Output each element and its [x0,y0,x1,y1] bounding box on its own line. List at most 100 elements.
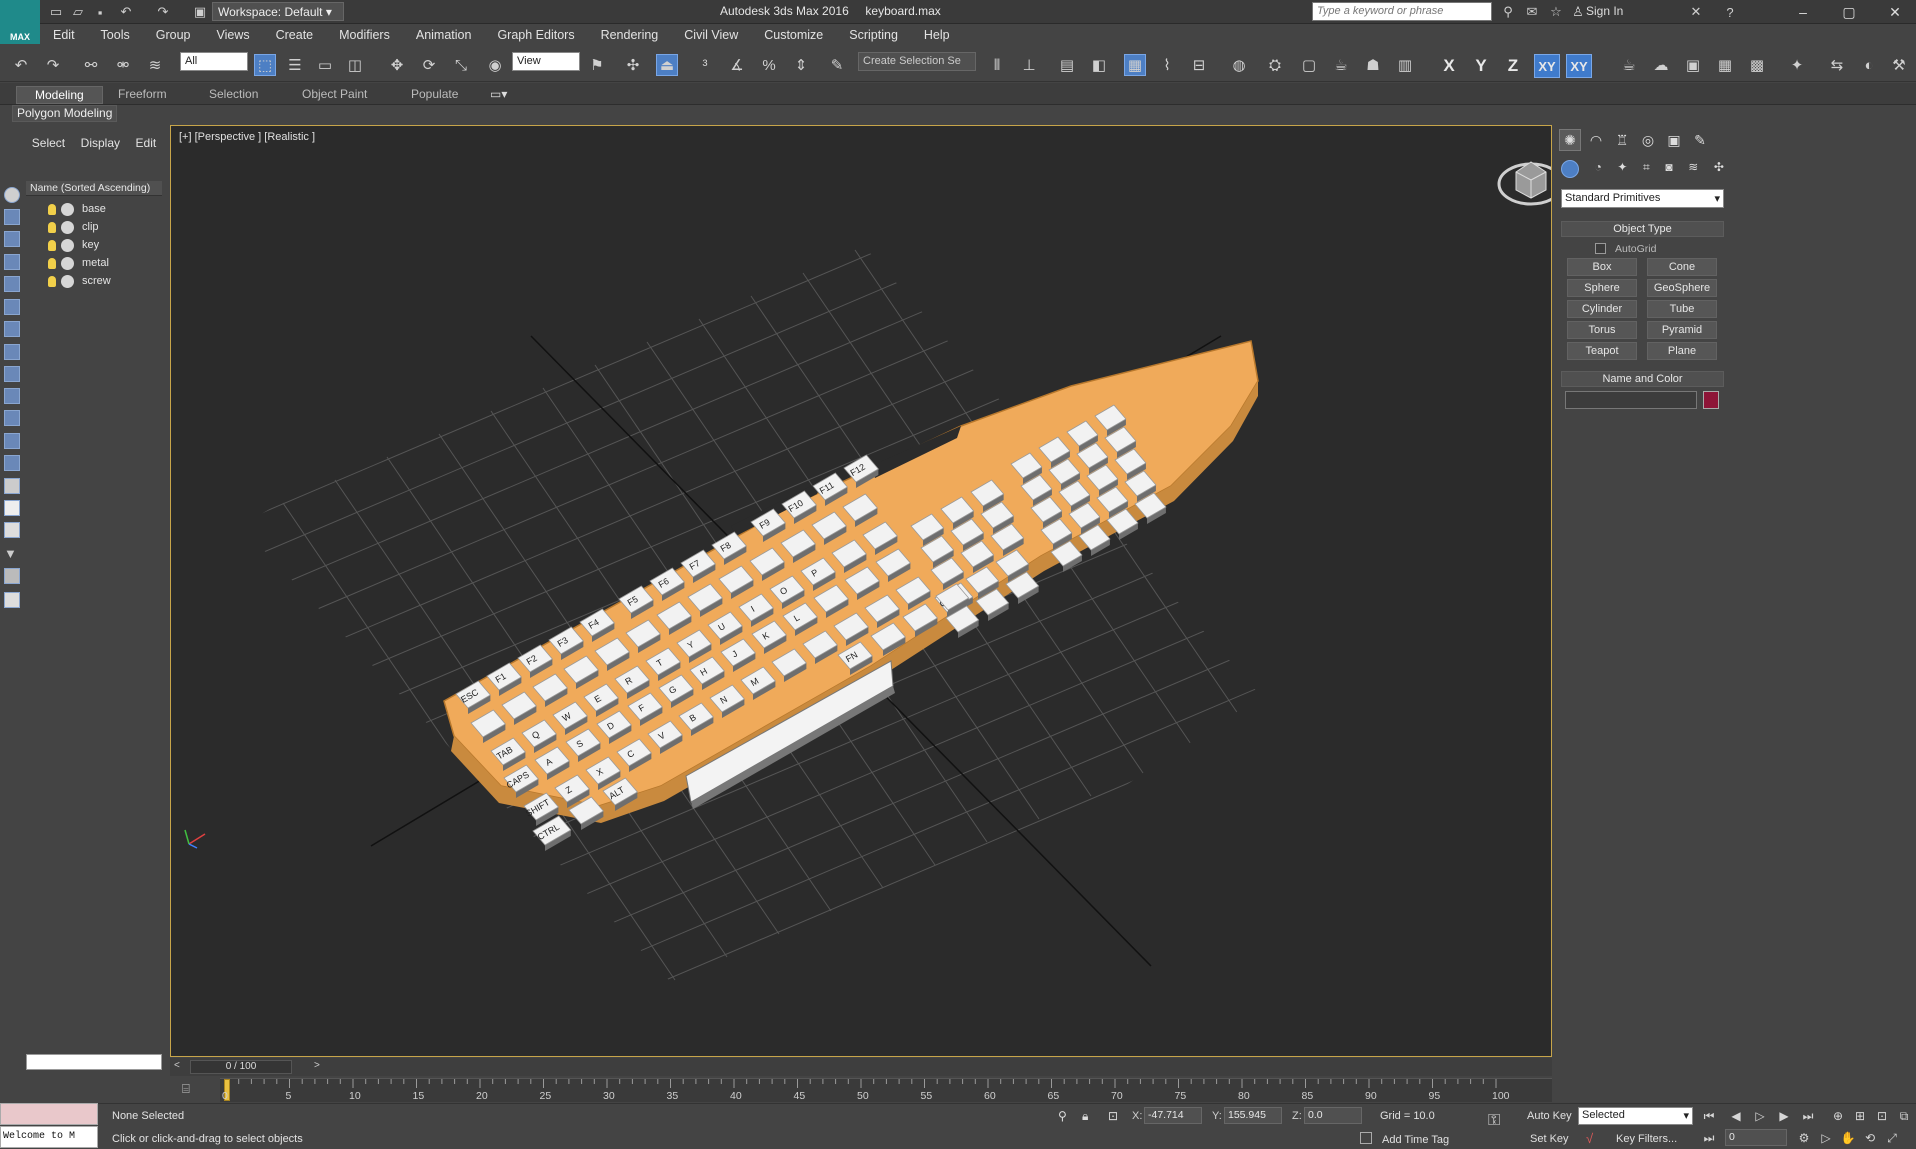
cloud-render-icon[interactable]: ☁ [1650,54,1672,76]
visibility-icon[interactable] [61,256,74,270]
display-none-icon[interactable] [4,187,20,203]
display-shapes-icon[interactable] [4,254,20,270]
scene-object-row[interactable]: key [26,236,162,254]
axis-y-button[interactable]: Y [1468,54,1494,78]
tab-populate[interactable]: Populate [411,86,458,102]
scene-tab-select[interactable]: Select [32,136,65,152]
visibility-icon[interactable] [61,274,74,288]
menu-scripting[interactable]: Scripting [836,28,911,42]
axis-xy-cycle-button[interactable]: XY [1566,54,1592,78]
tab-freeform[interactable]: Freeform [118,86,167,102]
keyboard-shortcut-override-icon[interactable]: ⏏ [656,54,678,76]
sphere-button[interactable]: Sphere [1567,279,1637,297]
undo-icon[interactable]: ↶ [118,4,134,20]
menu-create[interactable]: Create [263,28,327,42]
maximize-viewport-icon[interactable]: ⤢ [1884,1130,1900,1146]
select-object-icon[interactable]: ⬚ [254,54,276,76]
visibility-icon[interactable] [61,202,74,216]
set-key-icon[interactable]: ⚿ [1488,1112,1500,1130]
display-hidden-icon[interactable] [4,478,20,494]
toggle-icon[interactable]: ⇆ [1826,54,1848,76]
edit-named-selection-icon[interactable]: ✎ [826,54,848,76]
display-influences-icon[interactable] [4,522,20,538]
scene-tab-display[interactable]: Display [81,136,120,152]
display-helpers-icon[interactable] [4,321,20,337]
object-color-swatch[interactable] [1703,391,1719,409]
render-production-icon[interactable]: ☕ [1330,54,1352,76]
time-tag-icon[interactable] [1360,1132,1372,1144]
pyramid-button[interactable]: Pyramid [1647,321,1717,339]
close-button[interactable]: ✕ [1872,0,1916,24]
scene-column-header[interactable]: Name (Sorted Ascending) [26,181,162,196]
torus-button[interactable]: Torus [1567,321,1637,339]
render-activeshade-icon[interactable]: ▥ [1394,54,1416,76]
environment-icon[interactable]: ▣ [1682,54,1704,76]
perspective-viewport[interactable]: ESC F1 F2 F3 F4 F5 F6 F7 F8 F9 F10 F11 F12 TAB Q W E R T Y U… [170,125,1552,1057]
utilities-tab-icon[interactable]: ✎ [1689,129,1711,151]
y-coordinate-field[interactable]: 155.945 [1224,1107,1282,1124]
mirror-icon[interactable]: ⫴ [986,54,1008,76]
project-folder-icon[interactable]: ▣ [192,4,208,20]
maxscript-output[interactable]: Welcome to M [0,1126,98,1148]
curve-editor-icon[interactable]: ⌇ [1156,54,1178,76]
find-icon[interactable] [4,568,20,584]
redo-icon[interactable]: ↷ [155,4,171,20]
zoom-extents-icon[interactable]: ⊡ [1874,1108,1890,1124]
spinner-snap-icon[interactable]: ⇕ [790,54,812,76]
orbit-icon[interactable]: ⟲ [1862,1130,1878,1146]
zoom-all-icon[interactable]: ⊞ [1852,1108,1868,1124]
name-and-color-rollout[interactable]: Name and Color [1561,371,1724,387]
layer-manager-icon[interactable]: ◧ [1088,54,1110,76]
menu-help[interactable]: Help [911,28,963,42]
field-of-view-icon[interactable]: ▷ [1818,1130,1834,1146]
maximize-button[interactable]: ▢ [1826,0,1872,24]
autogrid-checkbox[interactable] [1595,243,1606,254]
reference-coordinate-dropdown[interactable]: View [512,52,580,71]
selection-lock-icon[interactable]: 🔒︎ [1082,1109,1088,1124]
time-configuration-icon[interactable]: ⚙ [1796,1130,1812,1146]
set-key-button[interactable]: Set Key [1530,1133,1569,1145]
object-type-rollout[interactable]: Object Type [1561,221,1724,237]
axis-xy-button[interactable]: XY [1534,54,1560,78]
object-name-field[interactable] [1565,391,1697,409]
cameras-icon[interactable]: ⌗ [1643,160,1650,180]
exchange-apps-icon[interactable]: ✕ [1688,4,1704,20]
wrench-icon[interactable]: ⚒ [1888,54,1910,76]
lights-icon[interactable]: ✦ [1617,160,1627,180]
go-to-end-icon[interactable]: ⏭ [1800,1108,1816,1124]
display-frozen-icon[interactable] [4,455,20,471]
workspace-dropdown[interactable]: Workspace: Default ▾ [212,2,344,21]
menu-edit[interactable]: Edit [40,28,88,42]
snaps-toggle-icon[interactable]: ³ [694,54,716,76]
select-and-link-icon[interactable]: ⚯ [80,54,102,76]
cone-button[interactable]: Cone [1647,258,1717,276]
rectangular-selection-icon[interactable]: ▭ [314,54,336,76]
scene-explorer-icon[interactable]: ▦ [1124,54,1146,76]
display-cameras-icon[interactable] [4,299,20,315]
visibility-icon[interactable] [61,220,74,234]
plane-button[interactable]: Plane [1647,342,1717,360]
new-file-icon[interactable]: ▭ [48,4,64,20]
help-icon[interactable]: ? [1722,4,1738,20]
open-file-icon[interactable]: ▱ [70,4,86,20]
light-bulb-icon[interactable] [48,221,56,233]
rotate-icon[interactable]: ⟳ [418,54,440,76]
tab-selection[interactable]: Selection [209,86,258,102]
search-input[interactable]: Type a keyword or phrase [1312,2,1492,21]
scale-icon[interactable]: ⤡ [450,54,472,76]
window-crossing-icon[interactable]: ◫ [344,54,366,76]
named-selection-dropdown[interactable]: Create Selection Se [858,52,976,71]
spacewarps-icon[interactable]: ≋ [1688,160,1698,180]
key-mode-dropdown[interactable]: Selected ▾ [1578,1107,1693,1125]
light-lister-icon[interactable]: ✦ [1786,54,1808,76]
menu-rendering[interactable]: Rendering [588,28,672,42]
sign-in-button[interactable]: Sign In [1586,4,1623,18]
ribbon-panel-polygon-modeling[interactable]: Polygon Modeling [12,105,118,122]
previous-frame-icon[interactable]: ◀ [1728,1108,1744,1124]
schematic-view-icon[interactable]: ⊟ [1188,54,1210,76]
grid-icon[interactable]: ▩ [1746,54,1768,76]
pivot-center-icon[interactable]: ⚑ [586,54,608,76]
align-icon[interactable]: ⊥ [1018,54,1040,76]
viewport-label[interactable]: [+] [Perspective ] [Realistic ] [179,131,315,143]
filter-icon[interactable]: ▼ [4,546,20,562]
